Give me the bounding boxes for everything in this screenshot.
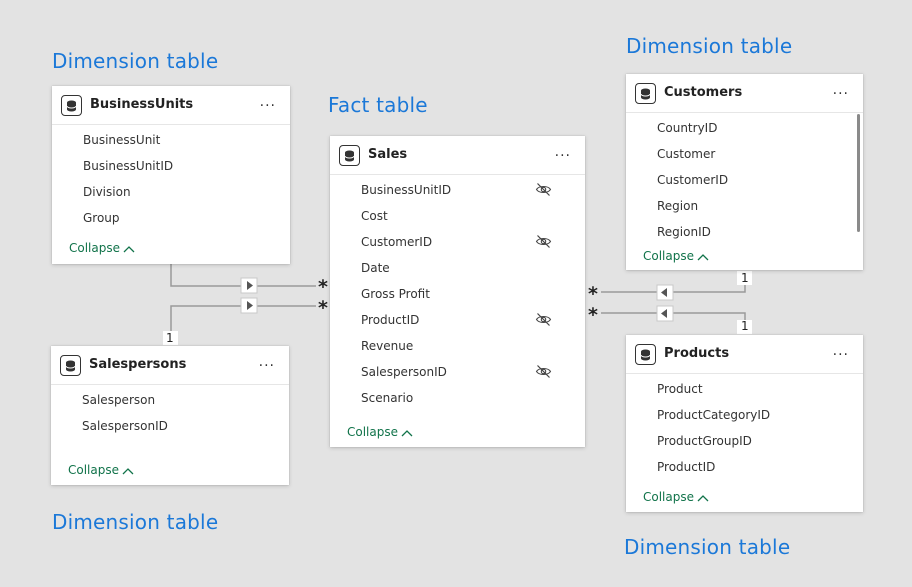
field-item[interactable]: Gross Profit bbox=[361, 287, 430, 301]
database-icon bbox=[635, 83, 656, 104]
collapse-button[interactable]: Collapse bbox=[347, 425, 413, 439]
database-icon bbox=[635, 344, 656, 365]
collapse-label: Collapse bbox=[347, 425, 398, 439]
customers-table-card[interactable]: Customers ... CountryID Customer Custome… bbox=[626, 74, 863, 270]
field-item[interactable]: ProductCategoryID bbox=[657, 408, 770, 422]
more-options-icon[interactable]: ... bbox=[260, 94, 276, 110]
field-item[interactable]: Revenue bbox=[361, 339, 413, 353]
field-item[interactable]: CustomerID bbox=[361, 235, 432, 249]
more-options-icon[interactable]: ... bbox=[833, 343, 849, 359]
products-table-card[interactable]: Products ... Product ProductCategoryID P… bbox=[626, 335, 863, 512]
cardinality-one: 1 bbox=[166, 331, 174, 345]
chevron-up-icon bbox=[401, 429, 413, 436]
hidden-eye-icon[interactable] bbox=[535, 364, 552, 383]
collapse-button[interactable]: Collapse bbox=[69, 241, 135, 255]
chevron-up-icon bbox=[123, 245, 135, 252]
collapse-label: Collapse bbox=[68, 463, 119, 477]
collapse-button[interactable]: Collapse bbox=[643, 249, 709, 263]
salespersons-table-card[interactable]: Salespersons ... Salesperson Salesperson… bbox=[51, 346, 289, 485]
field-item[interactable]: BusinessUnitID bbox=[361, 183, 451, 197]
collapse-button[interactable]: Collapse bbox=[643, 490, 709, 504]
field-item[interactable]: Group bbox=[83, 211, 120, 225]
more-options-icon[interactable]: ... bbox=[555, 144, 571, 160]
table-title: BusinessUnits bbox=[90, 97, 194, 112]
more-options-icon[interactable]: ... bbox=[259, 354, 275, 370]
field-item[interactable]: Scenario bbox=[361, 391, 413, 405]
chevron-up-icon bbox=[122, 467, 134, 474]
field-item[interactable]: SalespersonID bbox=[82, 419, 168, 433]
field-item[interactable]: RegionID bbox=[657, 225, 711, 239]
cardinality-many: * bbox=[318, 276, 328, 298]
table-header[interactable]: Customers ... bbox=[626, 74, 863, 113]
field-item[interactable]: Salesperson bbox=[82, 393, 155, 407]
cardinality-many: * bbox=[318, 297, 328, 319]
database-icon bbox=[339, 145, 360, 166]
field-item[interactable]: SalespersonID bbox=[361, 365, 447, 379]
table-header[interactable]: Sales ... bbox=[330, 136, 585, 175]
collapse-label: Collapse bbox=[69, 241, 120, 255]
scrollbar[interactable] bbox=[857, 114, 860, 232]
cardinality-one: 1 bbox=[741, 319, 749, 333]
cardinality-many: * bbox=[588, 304, 598, 326]
field-item[interactable]: Customer bbox=[657, 147, 715, 161]
field-item[interactable]: BusinessUnit bbox=[83, 133, 160, 147]
collapse-button[interactable]: Collapse bbox=[68, 463, 134, 477]
table-header[interactable]: Products ... bbox=[626, 335, 863, 374]
hidden-eye-icon[interactable] bbox=[535, 234, 552, 253]
field-item[interactable]: ProductID bbox=[657, 460, 715, 474]
field-item[interactable]: CountryID bbox=[657, 121, 717, 135]
cardinality-many: * bbox=[588, 283, 598, 305]
database-icon bbox=[61, 95, 82, 116]
field-item[interactable]: Division bbox=[83, 185, 131, 199]
chevron-up-icon bbox=[697, 494, 709, 501]
field-item[interactable]: ProductGroupID bbox=[657, 434, 752, 448]
businessunits-table-card[interactable]: BusinessUnits ... BusinessUnit BusinessU… bbox=[52, 86, 290, 264]
sales-table-card[interactable]: Sales ... BusinessUnitID Cost CustomerID… bbox=[330, 136, 585, 447]
field-item[interactable]: Date bbox=[361, 261, 390, 275]
field-item[interactable]: Product bbox=[657, 382, 703, 396]
field-item[interactable]: BusinessUnitID bbox=[83, 159, 173, 173]
chevron-up-icon bbox=[697, 253, 709, 260]
table-title: Products bbox=[664, 346, 730, 361]
field-item[interactable]: Region bbox=[657, 199, 698, 213]
cardinality-one: 1 bbox=[741, 271, 749, 285]
hidden-eye-icon[interactable] bbox=[535, 182, 552, 201]
field-item[interactable]: ProductID bbox=[361, 313, 419, 327]
table-header[interactable]: Salespersons ... bbox=[51, 346, 289, 385]
table-header[interactable]: BusinessUnits ... bbox=[52, 86, 290, 125]
field-item[interactable]: CustomerID bbox=[657, 173, 728, 187]
more-options-icon[interactable]: ... bbox=[833, 82, 849, 98]
database-icon bbox=[60, 355, 81, 376]
field-item[interactable]: Cost bbox=[361, 209, 388, 223]
table-title: Sales bbox=[368, 147, 408, 162]
collapse-label: Collapse bbox=[643, 249, 694, 263]
collapse-label: Collapse bbox=[643, 490, 694, 504]
table-title: Salespersons bbox=[89, 357, 187, 372]
table-title: Customers bbox=[664, 85, 743, 100]
hidden-eye-icon[interactable] bbox=[535, 312, 552, 331]
